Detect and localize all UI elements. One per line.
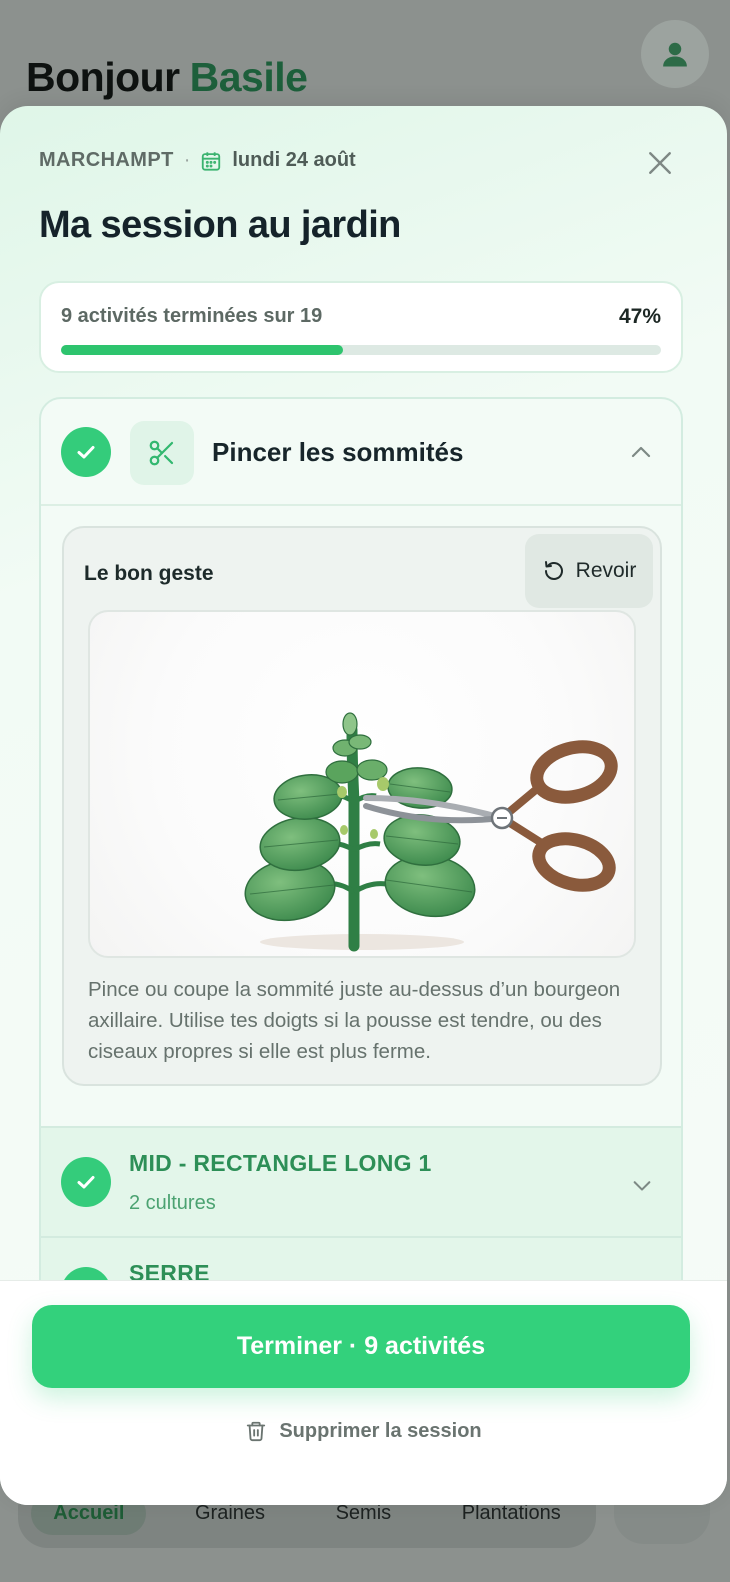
greeting-name: Basile [189, 54, 308, 100]
sheet-footer: Terminer · 9 activités Supprimer la sess… [0, 1280, 727, 1505]
activity-title: Pincer les sommités [212, 437, 464, 467]
page-title: Ma session au jardin [39, 204, 401, 246]
finish-button[interactable]: Terminer · 9 activités [32, 1305, 690, 1388]
progress-fill [61, 345, 343, 355]
gesture-panel: Le bon geste Revoir Pince ou coupe la so… [62, 526, 662, 1086]
meta-separator: · [183, 149, 191, 171]
progress-bar [61, 345, 661, 355]
user-icon [663, 42, 687, 67]
greeting-hello: Bonjour [26, 54, 180, 100]
session-date: lundi 24 août [232, 149, 356, 171]
gesture-description: Pince ou coupe la sommité juste au-dessu… [88, 978, 621, 1063]
delete-session-label: Supprimer la session [279, 1419, 482, 1442]
activity-header[interactable]: Pincer les sommités [41, 399, 681, 506]
greeting: Bonjour Basile [26, 54, 308, 101]
chevron-down-icon[interactable] [631, 1174, 653, 1196]
calendar-icon [202, 151, 221, 171]
activity-card: Pincer les sommités Le bon geste Revoir [39, 397, 683, 1397]
activity-done-badge [61, 427, 111, 477]
close-icon [649, 152, 671, 174]
session-sheet: MARCHAMPT · lundi 24 août Ma session au … [0, 106, 727, 1505]
progress-card: 9 activités terminées sur 19 47% [39, 281, 683, 373]
gesture-label: Le bon geste [84, 562, 214, 585]
progress-text: 9 activités terminées sur 19 [61, 305, 323, 327]
avatar-button[interactable] [641, 20, 709, 88]
replay-icon [544, 561, 563, 580]
plant-scissors-illustration [244, 712, 618, 952]
replay-label: Revoir [575, 559, 637, 582]
group-row[interactable]: MID - RECTANGLE LONG 1 2 cultures [41, 1126, 681, 1236]
check-icon [77, 1176, 95, 1189]
group-meta: 2 cultures [129, 1192, 216, 1214]
delete-session-button[interactable]: Supprimer la session [0, 1411, 727, 1451]
group-done-badge [61, 1157, 111, 1207]
session-location: MARCHAMPT [39, 149, 174, 171]
scissors-icon [149, 440, 174, 466]
gesture-illustration [88, 610, 636, 958]
progress-percent: 47% [618, 305, 661, 328]
check-icon [77, 446, 95, 459]
chevron-up-icon[interactable] [629, 441, 653, 465]
activity-tool-tile [130, 421, 194, 485]
close-button[interactable] [645, 148, 675, 178]
trash-icon [247, 1421, 266, 1442]
group-title: MID - RECTANGLE LONG 1 [129, 1150, 432, 1176]
replay-button[interactable]: Revoir [525, 534, 653, 608]
session-meta: MARCHAMPT · lundi 24 août [39, 149, 356, 172]
